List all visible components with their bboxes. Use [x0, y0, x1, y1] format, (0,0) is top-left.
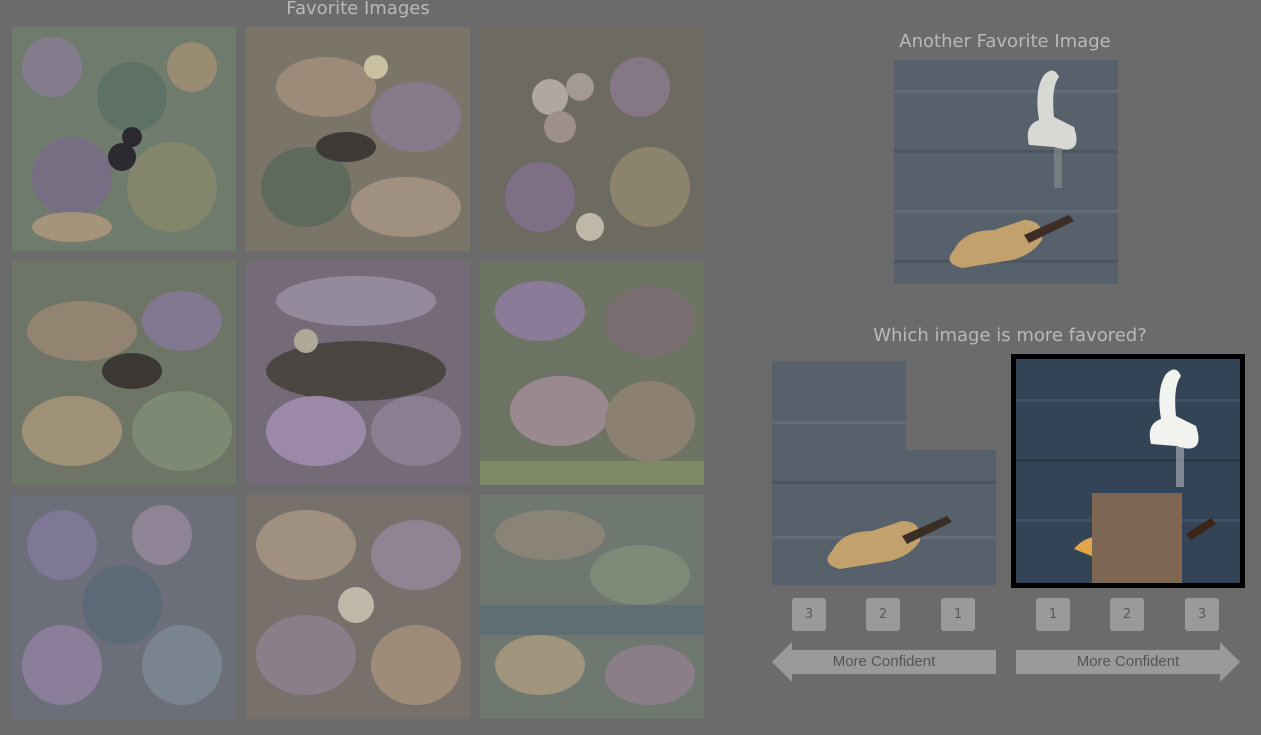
right-confidence-1-button[interactable]: 1: [1036, 598, 1070, 631]
favorite-image-7: [12, 495, 236, 719]
right-more-confident-label: More Confident: [1076, 653, 1180, 670]
favorite-image-3: [480, 27, 704, 251]
left-more-confident-label: More Confident: [832, 653, 936, 670]
favorite-image-9: [480, 495, 704, 719]
right-confidence-3-button[interactable]: 3: [1185, 598, 1219, 631]
left-confidence-3-button[interactable]: 3: [792, 598, 826, 631]
favorite-image-4: [12, 261, 236, 485]
favorite-image-1: [12, 27, 236, 251]
left-option-image[interactable]: [772, 361, 996, 585]
favorite-image-8: [246, 495, 470, 719]
another-favorite-image: [894, 60, 1118, 284]
right-more-confident-arrow: More Confident: [1016, 642, 1240, 682]
occlusion-patch: [906, 361, 996, 450]
right-option-image[interactable]: [1016, 359, 1240, 583]
left-more-confident-arrow: More Confident: [772, 642, 996, 682]
left-confidence-2-button[interactable]: 2: [866, 598, 900, 631]
right-option-selected-frame[interactable]: [1011, 354, 1245, 588]
another-favorite-title: Another Favorite Image: [899, 31, 1111, 52]
favorite-image-5: [246, 261, 470, 485]
favorite-images-title: Favorite Images: [286, 0, 430, 19]
favorite-images-grid: [12, 27, 704, 719]
favorite-image-2: [246, 27, 470, 251]
which-more-favored-title: Which image is more favored?: [873, 325, 1147, 346]
favorite-image-6: [480, 261, 704, 485]
occlusion-patch: [1092, 493, 1182, 583]
left-confidence-1-button[interactable]: 1: [941, 598, 975, 631]
right-confidence-2-button[interactable]: 2: [1110, 598, 1144, 631]
